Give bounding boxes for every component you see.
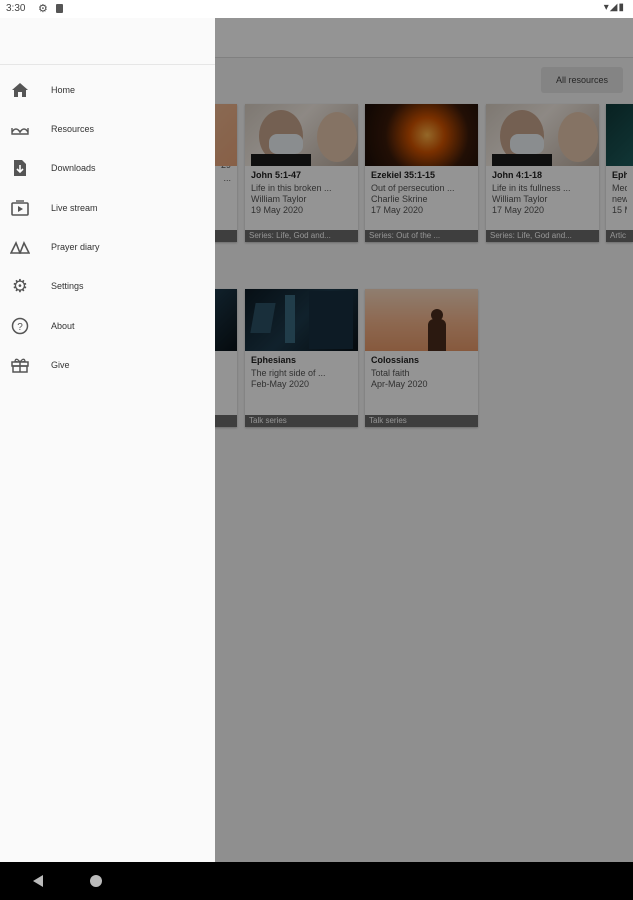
home-icon <box>10 80 30 100</box>
drawer-item-label: Home <box>51 85 76 95</box>
prayer-icon <box>10 237 30 257</box>
settings-status-icon: ⚙ <box>38 3 48 15</box>
drawer-item-label: Settings <box>51 281 84 291</box>
sd-card-icon <box>56 4 63 13</box>
downloads-icon <box>10 158 30 178</box>
drawer-item-downloads[interactable]: Downloads <box>0 152 215 184</box>
drawer-item-give[interactable]: Give <box>0 349 215 381</box>
wifi-battery-icons: ▾◢▮ <box>603 2 625 13</box>
drawer-item-label: Downloads <box>51 163 96 173</box>
system-nav-bar <box>0 862 633 900</box>
drawer-item-label: Live stream <box>51 203 98 213</box>
drawer-item-label: Give <box>51 360 70 370</box>
drawer-item-resources[interactable]: Resources <box>0 113 215 145</box>
drawer-item-home[interactable]: Home <box>0 74 215 106</box>
back-icon[interactable] <box>33 875 43 887</box>
drawer-item-about[interactable]: ? About <box>0 310 215 342</box>
status-time: 3:30 <box>6 3 26 14</box>
svg-text:?: ? <box>17 322 23 333</box>
gear-icon: ⚙ <box>11 275 29 296</box>
drawer-item-label: About <box>51 321 75 331</box>
live-stream-icon <box>10 198 30 218</box>
drawer-item-label: Prayer diary <box>51 242 100 252</box>
resources-icon <box>10 119 30 139</box>
drawer-item-prayer-diary[interactable]: Prayer diary <box>0 231 215 263</box>
gift-icon <box>10 355 30 375</box>
drawer-item-label: Resources <box>51 124 95 134</box>
drawer-header <box>0 18 215 65</box>
home-button-icon[interactable] <box>90 875 102 887</box>
navigation-drawer: Home Resources Downloads Live stream Pra… <box>0 18 215 862</box>
status-bar: 3:30 ⚙ ▾◢▮ <box>0 0 633 18</box>
drawer-item-live-stream[interactable]: Live stream <box>0 192 215 224</box>
drawer-item-settings[interactable]: ⚙ Settings <box>0 270 215 302</box>
help-icon: ? <box>10 316 30 336</box>
